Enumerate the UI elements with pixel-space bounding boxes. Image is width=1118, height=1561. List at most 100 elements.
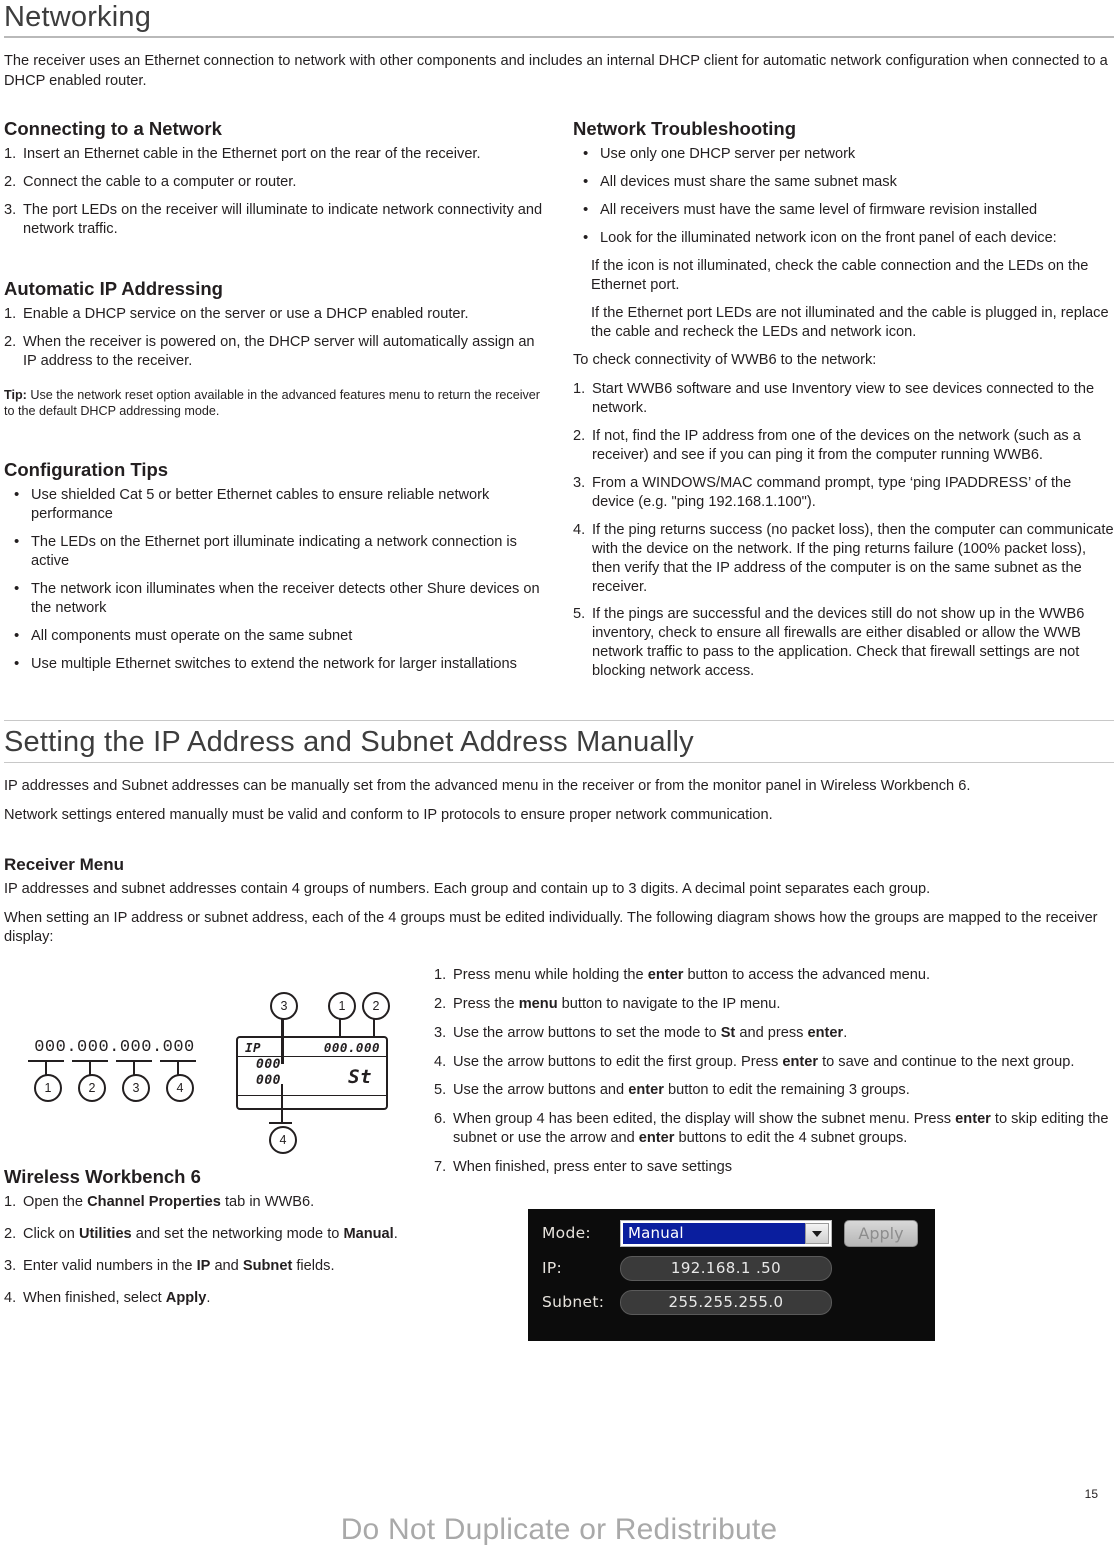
- list-item: 3. Use the arrow buttons to set the mode …: [434, 1024, 1112, 1043]
- two-column-layout: Connecting to a Network 1. Insert an Ethe…: [4, 118, 1114, 691]
- bullet-icon: •: [14, 627, 20, 645]
- step-text-bold: IP: [196, 1257, 211, 1274]
- callout-number-2: 2: [362, 991, 390, 1020]
- octet-sample-text: 000.000.000.000: [34, 1037, 195, 1057]
- callout-number: 3: [122, 1073, 150, 1102]
- list-item: 1. Insert an Ethernet cable in the Ethern…: [4, 145, 545, 164]
- step-text-bold: Channel Properties: [87, 1193, 221, 1210]
- list-text: Connect the cable to a computer or route…: [23, 173, 297, 190]
- callout-number-1: 1: [328, 991, 356, 1020]
- list-item: 2. Click on Utilities and set the network…: [4, 1225, 504, 1244]
- troubleshooting-list: • Use only one DHCP server per network • A…: [573, 145, 1114, 248]
- apply-button[interactable]: Apply: [844, 1219, 918, 1247]
- octet-group-1: 1: [28, 1059, 64, 1102]
- step-text-bold: Apply: [165, 1289, 207, 1306]
- step-text-bold-2: Subnet: [242, 1257, 293, 1274]
- leader-line-4: [280, 1083, 284, 1124]
- step-text-post: button to navigate to the IP menu.: [557, 995, 781, 1012]
- list-marker: 1.: [4, 1193, 17, 1210]
- step-text-bold: menu: [518, 995, 558, 1012]
- list-marker: 1.: [434, 966, 447, 983]
- step-text-bold: St: [720, 1024, 736, 1041]
- heading-receiver-menu: Receiver Menu: [4, 855, 124, 875]
- list-text: The LEDs on the Ethernet port illuminate…: [31, 534, 517, 570]
- list-item: 1. Press menu while holding the enter but…: [434, 966, 1112, 985]
- bullet-icon: •: [14, 533, 20, 551]
- list-marker: 3.: [4, 201, 17, 218]
- list-item: 4. When finished, select Apply.: [4, 1289, 504, 1308]
- step-text-post: button to access the advanced menu.: [683, 966, 931, 983]
- list-marker: 2.: [4, 1225, 17, 1242]
- tip-note: Tip: Use the network reset option availa…: [4, 387, 545, 419]
- list-text: All receivers must have the same level o…: [600, 201, 1038, 218]
- step-text-pre: Open the: [23, 1193, 88, 1210]
- chevron-down-icon[interactable]: [805, 1222, 829, 1244]
- ip-row: IP: 192.168.1 .50: [542, 1255, 921, 1281]
- list-item: 5. Use the arrow buttons and enter button…: [434, 1081, 1112, 1100]
- list-marker: 3.: [573, 474, 586, 491]
- list-item: 3. Enter valid numbers in the IP and Subn…: [4, 1257, 504, 1276]
- step-text-post: tab in WWB6.: [220, 1193, 315, 1210]
- bullet-icon: •: [583, 172, 589, 190]
- list-marker: 2.: [434, 995, 447, 1012]
- octet-group-2: 2: [72, 1059, 108, 1102]
- octet-group-4: 4: [160, 1059, 196, 1102]
- list-text: All devices must share the same subnet m…: [600, 173, 897, 190]
- receiver-display-diagram-row: 000.000.000.000 1 2 3 4 3 1 2 IP 000.000…: [4, 966, 1114, 1175]
- lcd-screen: IP 000.000 000 000 St: [236, 1035, 388, 1110]
- callout-number-3: 3: [270, 991, 298, 1020]
- list-item: 4. If the ping returns success (no packet…: [573, 521, 1114, 597]
- step-text-pre: Use the arrow buttons to edit the first …: [453, 1053, 783, 1070]
- mode-label: Mode:: [542, 1224, 591, 1243]
- subnet-field[interactable]: 255.255.255.0: [620, 1289, 832, 1315]
- lcd-row2-value: 000: [256, 1072, 281, 1088]
- step-text-bold-2: Manual: [343, 1225, 394, 1242]
- step-text-bold: enter: [782, 1053, 819, 1070]
- step-text-pre: Use the arrow buttons and: [453, 1082, 629, 1099]
- step-text-post: to save and continue to the next group.: [818, 1053, 1075, 1070]
- ip-field[interactable]: 192.168.1 .50: [620, 1255, 832, 1281]
- list-item: • Use shielded Cat 5 or better Ethernet c…: [4, 486, 545, 524]
- list-text: Use only one DHCP server per network: [600, 145, 856, 162]
- list-item: • The LEDs on the Ethernet port illuminat…: [4, 533, 545, 571]
- step-text-bold: enter: [628, 1082, 664, 1099]
- list-text: If the ping returns success (no packet l…: [592, 521, 1114, 595]
- lcd-label-ip: IP: [245, 1039, 262, 1055]
- lcd-top-right-value: 000.000: [323, 1039, 380, 1055]
- list-item: • The network icon illuminates when the r…: [4, 580, 545, 618]
- connectivity-steps-list: 1. Start WWB6 software and use Inventory …: [573, 380, 1114, 682]
- list-marker: 6.: [434, 1111, 447, 1128]
- step-text-pre: When finished, select: [23, 1289, 166, 1306]
- step-text-post: .: [206, 1289, 211, 1306]
- octet-group-3: 3: [116, 1059, 152, 1102]
- mode-dropdown[interactable]: Manual: [620, 1219, 832, 1247]
- title-rule: [4, 36, 1114, 39]
- callout-number-4: 4: [269, 1125, 297, 1154]
- list-marker: 2.: [4, 333, 17, 350]
- heading-configuration-tips: Configuration Tips: [4, 459, 169, 481]
- wwb6-steps-column: Wireless Workbench 6 1. Open the Channel …: [4, 1166, 504, 1321]
- leader-line-3: [280, 1015, 284, 1064]
- list-item: • All receivers must have the same level …: [573, 201, 1114, 220]
- wwb6-screenshot-panel: Mode: Manual Apply IP: 192.168.1 .50 Sub…: [528, 1208, 935, 1341]
- list-marker: 3.: [4, 1257, 17, 1274]
- auto-ip-steps-list: 1. Enable a DHCP service on the server or…: [4, 305, 545, 371]
- ip-label: IP:: [542, 1259, 563, 1278]
- heading-network-troubleshooting: Network Troubleshooting: [573, 117, 797, 139]
- list-marker: 1.: [4, 145, 17, 162]
- manual-ip-paragraph-2: Network settings entered manually must b…: [4, 807, 773, 824]
- step-text-post-2: .: [843, 1024, 848, 1041]
- connectivity-check-lead: To check connectivity of WWB6 to the net…: [573, 351, 877, 368]
- section-title-manual-ip: Setting the IP Address and Subnet Addres…: [4, 726, 694, 759]
- step-text-post: button to edit the remaining 3 groups.: [663, 1082, 910, 1099]
- list-text: If the pings are successful and the devi…: [592, 606, 1085, 680]
- list-marker: 4.: [4, 1289, 17, 1306]
- list-item: 3. From a WINDOWS/MAC command prompt, typ…: [573, 474, 1114, 512]
- list-text: The port LEDs on the receiver will illum…: [23, 201, 543, 237]
- list-item: • Look for the illuminated network icon o…: [573, 229, 1114, 248]
- manual-ip-paragraph-1: IP addresses and Subnet addresses can be…: [4, 777, 971, 794]
- list-text: Use multiple Ethernet switches to extend…: [31, 656, 517, 673]
- list-item: 2. Connect the cable to a computer or rou…: [4, 173, 545, 192]
